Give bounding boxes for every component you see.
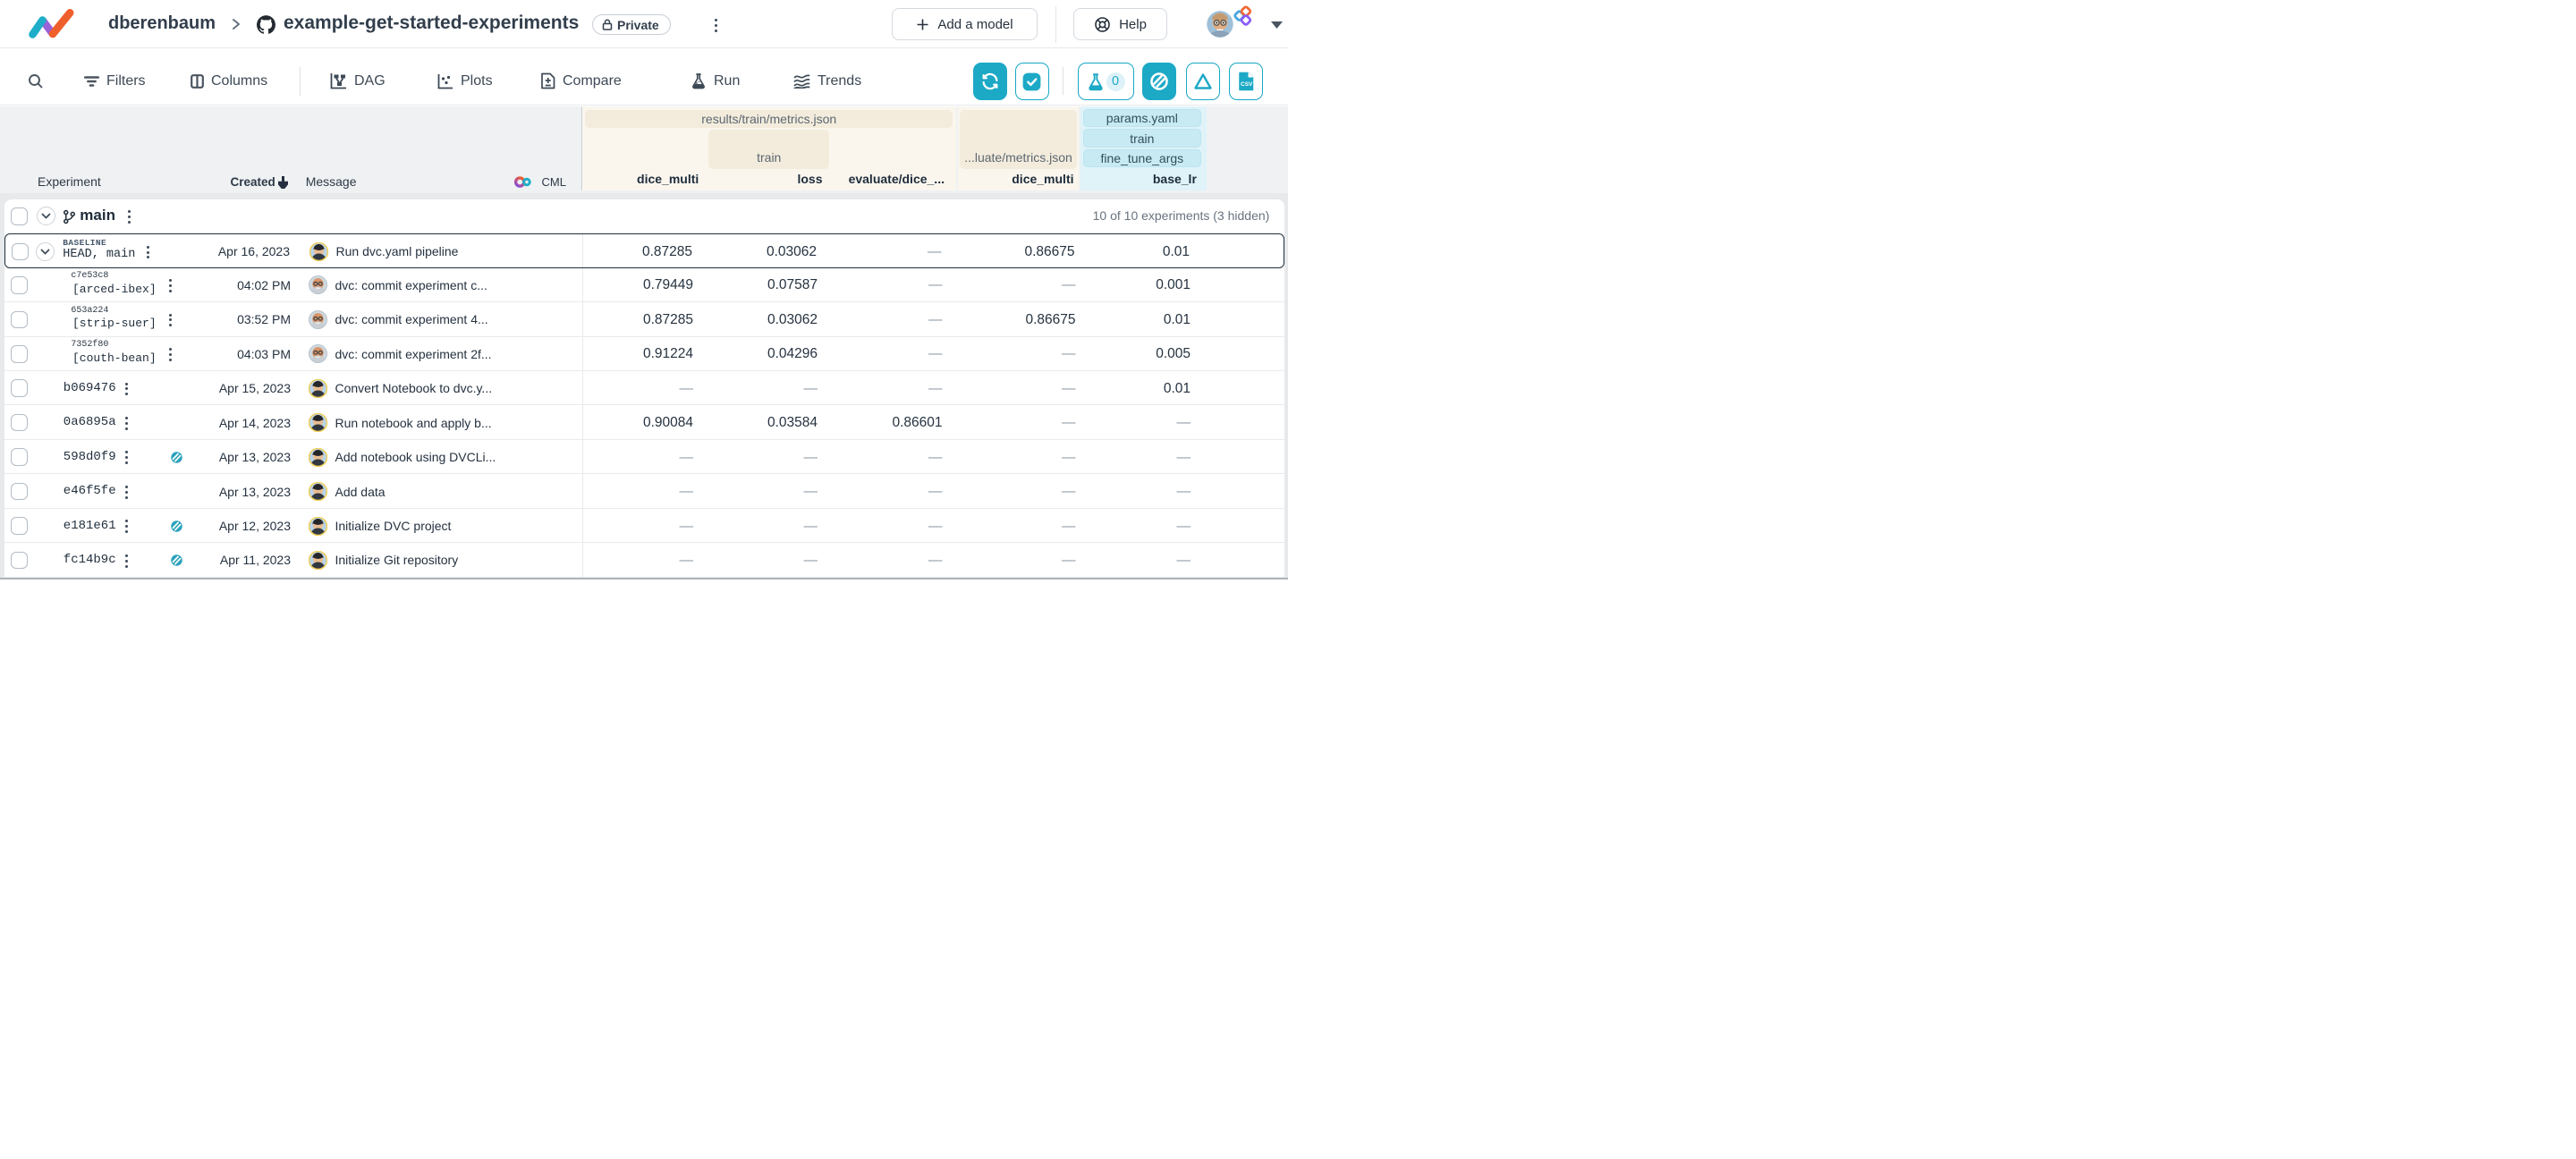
svg-text:CSV: CSV [1241,81,1253,88]
